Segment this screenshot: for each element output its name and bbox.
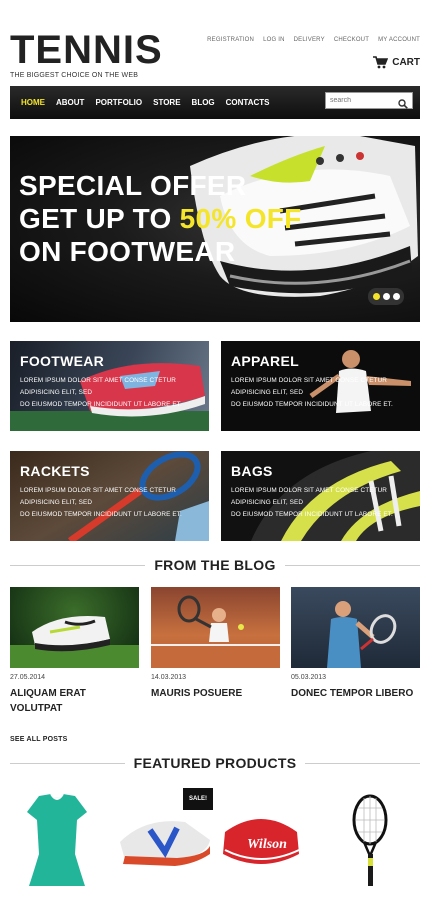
blog-post-date: 05.03.2013: [291, 674, 327, 681]
slider-dot-3[interactable]: [392, 293, 400, 300]
slider-pagination: [368, 288, 404, 305]
blog-post-image[interactable]: [291, 587, 420, 668]
blog-heading-label: FROM THE BLOG: [154, 557, 276, 573]
category-tile-footwear[interactable]: FOOTWEAR LOREM IPSUM DOLOR SIT AMET CONS…: [10, 341, 209, 431]
blog-post-image[interactable]: [10, 587, 139, 668]
top-link-login[interactable]: LOG IN: [263, 37, 285, 43]
blog-section-heading: FROM THE BLOG: [10, 556, 420, 574]
hero-banner[interactable]: SPECIAL OFFER GET UP TO 50% OFF ON FOOTW…: [10, 136, 420, 322]
blog-post: 05.03.2013 DONEC TEMPOR LIBERO: [291, 587, 420, 701]
product-image: [352, 794, 388, 886]
blog-post-title[interactable]: MAURIS POSUERE: [151, 686, 280, 701]
category-desc-line: DO EIUSMOD TEMPOR INCIDIDUNT UT LABORE E…: [20, 401, 182, 408]
nav-item-about[interactable]: ABOUT: [56, 98, 84, 107]
product-image: Wilson: [223, 819, 300, 864]
site-logo[interactable]: TENNIS: [10, 30, 163, 70]
category-desc-line: LOREM IPSUM DOLOR SIT AMET CONSE CTETUR: [231, 377, 387, 384]
search-input[interactable]: [326, 93, 396, 108]
category-desc-line: DO EIUSMOD TEMPOR INCIDIDUNT UT LABORE E…: [231, 511, 393, 518]
top-links: REGISTRATION LOG IN DELIVERY CHECKOUT MY…: [207, 37, 420, 43]
main-nav: HOME ABOUT PORTFOLIO STORE BLOG CONTACTS: [10, 86, 420, 119]
top-link-delivery[interactable]: DELIVERY: [294, 37, 325, 43]
blog-post-title[interactable]: DONEC TEMPOR LIBERO: [291, 686, 420, 701]
product-image: [27, 794, 87, 886]
nav-item-contacts[interactable]: CONTACTS: [226, 98, 270, 107]
category-desc-line: LOREM IPSUM DOLOR SIT AMET CONSE CTETUR: [20, 377, 176, 384]
blog-post-date: 14.03.2013: [151, 674, 187, 681]
svg-text:Wilson: Wilson: [247, 837, 287, 852]
slider-dot-1[interactable]: [372, 293, 380, 300]
product-card[interactable]: [115, 812, 215, 868]
hero-line-2-prefix: GET UP TO: [19, 203, 180, 234]
site-tagline: THE BIGGEST CHOICE ON THE WEB: [10, 72, 139, 79]
nav-item-portfolio[interactable]: PORTFOLIO: [95, 98, 142, 107]
category-desc: LOREM IPSUM DOLOR SIT AMET CONSE CTETUR …: [20, 375, 205, 411]
category-desc-line: DO EIUSMOD TEMPOR INCIDIDUNT UT LABORE E…: [20, 511, 182, 518]
category-tile-apparel[interactable]: APPAREL LOREM IPSUM DOLOR SIT AMET CONSE…: [221, 341, 420, 431]
cart-button[interactable]: CART: [373, 56, 420, 69]
category-desc-line: ADIPISICING ELIT, SED: [20, 499, 93, 506]
category-title: APPAREL: [231, 353, 299, 369]
product-card[interactable]: [350, 794, 430, 888]
category-desc-line: ADIPISICING ELIT, SED: [231, 499, 304, 506]
divider: [284, 564, 420, 566]
product-card[interactable]: Wilson: [219, 812, 319, 868]
featured-heading-label: FEATURED PRODUCTS: [133, 755, 297, 771]
hero-line-3: ON FOOTWEAR: [19, 236, 236, 267]
category-desc-line: ADIPISICING ELIT, SED: [231, 389, 304, 396]
featured-section-heading: FEATURED PRODUCTS: [10, 754, 421, 772]
category-title: RACKETS: [20, 463, 90, 479]
category-desc-line: DO EIUSMOD TEMPOR INCIDIDUNT UT LABORE E…: [231, 401, 393, 408]
blog-post-title[interactable]: ALIQUAM ERAT VOLUTPAT: [10, 686, 139, 716]
category-tile-bags[interactable]: BAGS LOREM IPSUM DOLOR SIT AMET CONSE CT…: [221, 451, 420, 541]
category-desc-line: ADIPISICING ELIT, SED: [20, 389, 93, 396]
nav-item-home[interactable]: HOME: [21, 98, 45, 107]
slider-dot-2[interactable]: [382, 293, 390, 300]
product-image: [120, 821, 210, 866]
see-all-posts-link[interactable]: SEE ALL POSTS: [10, 736, 67, 743]
category-tile-rackets[interactable]: RACKETS LOREM IPSUM DOLOR SIT AMET CONSE…: [10, 451, 209, 541]
category-desc: LOREM IPSUM DOLOR SIT AMET CONSE CTETUR …: [231, 485, 416, 521]
category-desc-line: LOREM IPSUM DOLOR SIT AMET CONSE CTETUR: [231, 487, 387, 494]
top-link-registration[interactable]: REGISTRATION: [207, 37, 254, 43]
nav-item-blog[interactable]: BLOG: [192, 98, 215, 107]
product-card[interactable]: [17, 794, 117, 888]
blog-post: 27.05.2014 ALIQUAM ERAT VOLUTPAT: [10, 587, 139, 716]
top-link-my-account[interactable]: MY ACCOUNT: [378, 37, 420, 43]
divider: [305, 762, 421, 764]
divider: [10, 564, 146, 566]
divider: [10, 762, 125, 764]
cart-icon: [373, 56, 389, 69]
search-icon[interactable]: [398, 96, 408, 114]
hero-line-1: SPECIAL OFFER: [19, 170, 247, 201]
top-link-checkout[interactable]: CHECKOUT: [334, 37, 369, 43]
category-title: BAGS: [231, 463, 273, 479]
blog-post: 14.03.2013 MAURIS POSUERE: [151, 587, 280, 701]
hero-line-2: GET UP TO 50% OFF: [19, 202, 302, 235]
hero-line-2-accent: 50% OFF: [179, 203, 302, 234]
sale-badge: SALE!: [183, 788, 213, 810]
cart-label: CART: [392, 57, 420, 68]
blog-post-date: 27.05.2014: [10, 674, 46, 681]
category-desc: LOREM IPSUM DOLOR SIT AMET CONSE CTETUR …: [231, 375, 416, 411]
nav-item-store[interactable]: STORE: [153, 98, 180, 107]
category-desc: LOREM IPSUM DOLOR SIT AMET CONSE CTETUR …: [20, 485, 205, 521]
search-box: [325, 92, 413, 109]
category-desc-line: LOREM IPSUM DOLOR SIT AMET CONSE CTETUR: [20, 487, 176, 494]
hero-headline: SPECIAL OFFER GET UP TO 50% OFF ON FOOTW…: [19, 169, 302, 268]
category-title: FOOTWEAR: [20, 353, 105, 369]
blog-post-image[interactable]: [151, 587, 280, 668]
